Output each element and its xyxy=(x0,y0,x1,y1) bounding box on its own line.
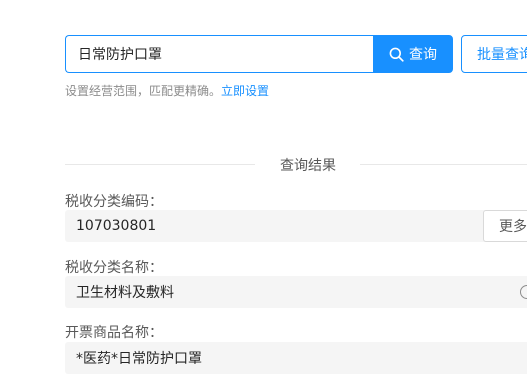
set-scope-link[interactable]: 立即设置 xyxy=(221,84,269,98)
tax-name-label: 税收分类名称： xyxy=(65,260,163,276)
search-button[interactable]: 查询 xyxy=(373,35,453,73)
search-icon xyxy=(389,47,404,62)
scope-hint: 设置经营范围，匹配更精确。立即设置 xyxy=(65,82,269,99)
tax-name-value: 卫生材料及敷料 xyxy=(65,276,527,308)
tax-code-label: 税收分类编码： xyxy=(65,194,163,210)
batch-query-button[interactable]: 批量查询 xyxy=(461,35,527,73)
search-button-label: 查询 xyxy=(409,47,437,63)
results-divider-label: 查询结果 xyxy=(280,158,336,174)
search-box xyxy=(65,35,373,73)
divider-right xyxy=(360,164,527,165)
search-input[interactable] xyxy=(66,36,373,72)
invoice-product-value: *医药*日常防护口罩 xyxy=(65,342,527,374)
more-button-label: 更多 xyxy=(499,219,527,235)
info-icon[interactable] xyxy=(520,285,527,299)
batch-query-label: 批量查询 xyxy=(477,47,527,63)
divider-left xyxy=(65,164,255,165)
invoice-product-label: 开票商品名称： xyxy=(65,325,163,341)
more-button[interactable]: 更多 xyxy=(483,210,527,242)
tax-code-value: 107030801 xyxy=(65,210,527,242)
tax-code-query-page: 查询 批量查询 设置经营范围，匹配更精确。立即设置 查询结果 税收分类编码： 1… xyxy=(0,0,527,391)
scope-hint-text: 设置经营范围，匹配更精确。 xyxy=(65,84,222,98)
